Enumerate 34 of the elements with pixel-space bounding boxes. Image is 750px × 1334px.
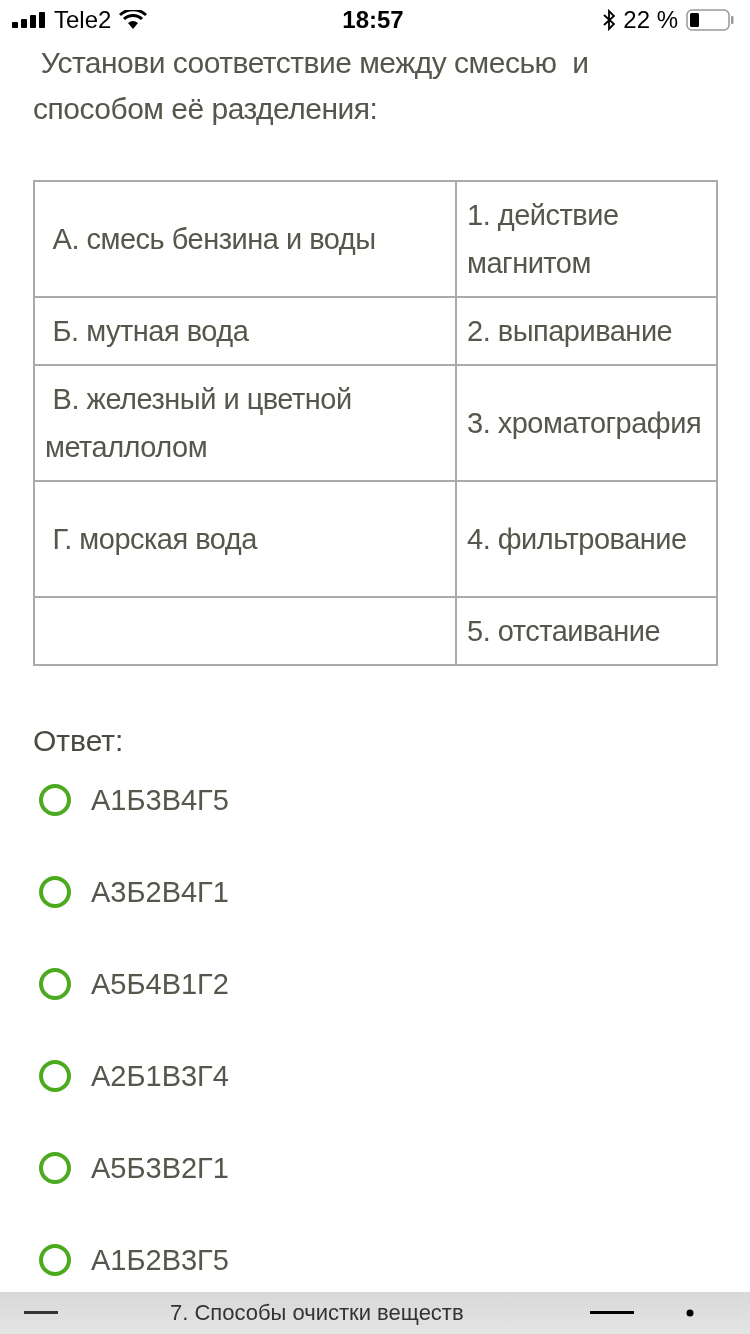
bluetooth-icon bbox=[603, 9, 616, 31]
table-cell: А. смесь бензина и воды bbox=[34, 181, 456, 297]
table-cell: 1. действие магнитом bbox=[456, 181, 717, 297]
radio-button[interactable] bbox=[39, 1152, 71, 1184]
table-cell: 5. отстаивание bbox=[456, 597, 717, 665]
radio-button[interactable] bbox=[39, 1244, 71, 1276]
radio-button[interactable] bbox=[39, 876, 71, 908]
radio-button[interactable] bbox=[39, 968, 71, 1000]
table-cell: Г. морская вода bbox=[34, 481, 456, 597]
table-cell: 2. выпаривание bbox=[456, 297, 717, 365]
section-title: 7. Способы очистки веществ bbox=[170, 1300, 465, 1326]
option-label[interactable]: А1Б3В4Г5 bbox=[91, 783, 229, 817]
answer-label: Ответ: bbox=[33, 724, 125, 758]
table-cell: В. железный и цветной металлолом bbox=[34, 365, 456, 481]
battery-icon bbox=[686, 9, 734, 31]
radio-button[interactable] bbox=[39, 1060, 71, 1092]
table-cell: 3. хроматография bbox=[456, 365, 717, 481]
dash-icon[interactable] bbox=[24, 1311, 58, 1315]
dash-icon[interactable] bbox=[590, 1311, 634, 1315]
table-cell: Б. мутная вода bbox=[34, 297, 456, 365]
option-label[interactable]: А3Б2В4Г1 bbox=[91, 875, 229, 909]
signal-icon bbox=[12, 12, 46, 28]
table-cell: 4. фильтрование bbox=[456, 481, 717, 597]
option-label[interactable]: А5Б3В2Г1 bbox=[91, 1151, 229, 1185]
wifi-icon bbox=[119, 10, 148, 30]
battery-percent: 22 % bbox=[623, 6, 678, 34]
option-label[interactable]: А5Б4В1Г2 bbox=[91, 967, 229, 1001]
clock-time: 18:57 bbox=[342, 6, 404, 34]
radio-button[interactable] bbox=[39, 784, 71, 816]
carrier-name: Tele2 bbox=[54, 6, 112, 34]
option-label[interactable]: А2Б1В3Г4 bbox=[91, 1059, 229, 1093]
dot-icon[interactable] bbox=[686, 1309, 694, 1317]
question-text: Установи соответствие между смесью и способом её разделения: bbox=[33, 45, 590, 127]
option-label[interactable]: А1Б2В3Г5 bbox=[91, 1243, 229, 1277]
